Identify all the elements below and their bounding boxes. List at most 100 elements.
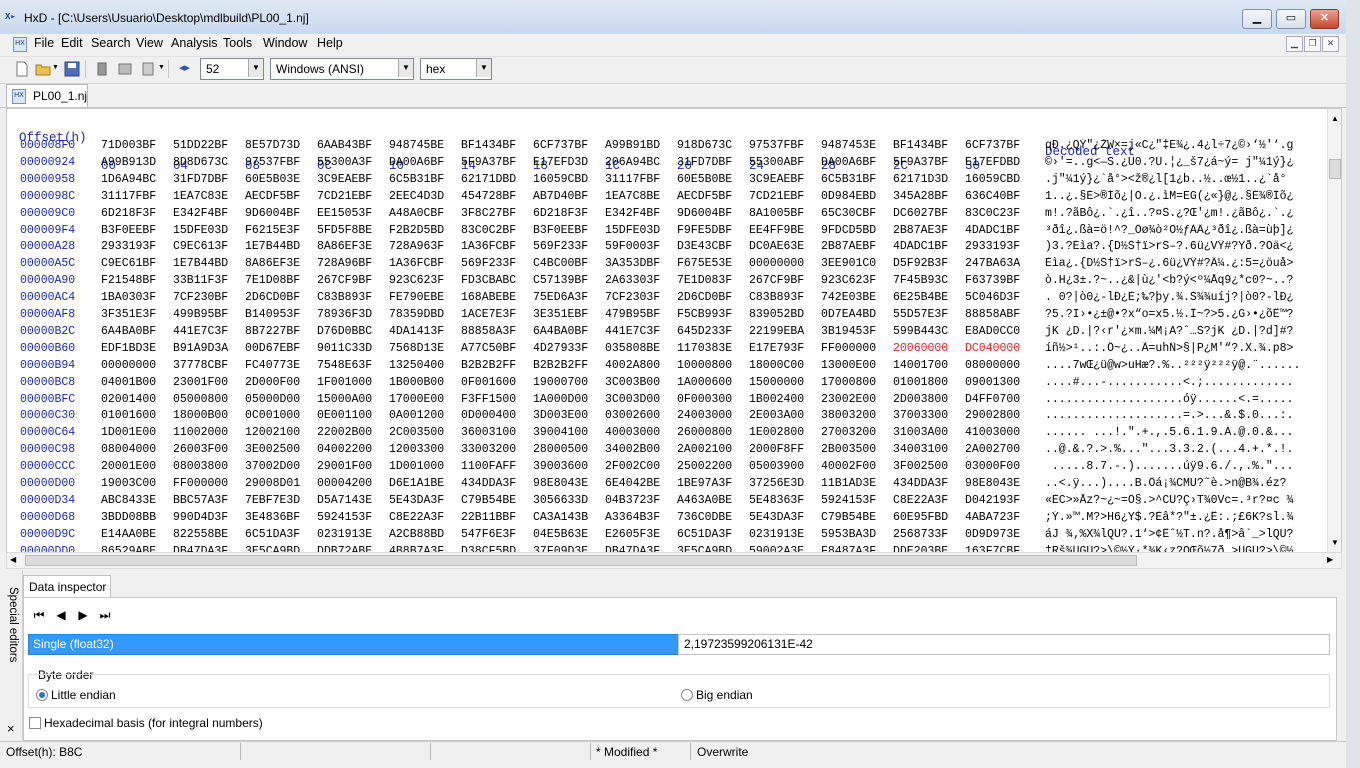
hex-cell[interactable]: 01001600 xyxy=(101,409,156,422)
open-folder-icon[interactable] xyxy=(35,61,51,77)
hex-cell[interactable]: 247BA63A xyxy=(965,257,1020,270)
little-endian-radio[interactable] xyxy=(36,689,48,701)
big-endian-radio[interactable] xyxy=(681,689,693,701)
hex-cell[interactable]: 04E5B63E xyxy=(533,528,588,541)
hex-cell[interactable]: 1A36FCBF xyxy=(461,240,516,253)
hex-cell[interactable]: 7548E63F xyxy=(317,359,372,372)
hex-cell[interactable]: 18000C00 xyxy=(749,359,804,372)
hex-cell[interactable]: 1A000D00 xyxy=(533,393,588,406)
hex-cell[interactable]: 3C003D00 xyxy=(605,393,660,406)
open-dropdown-icon[interactable]: ▼ xyxy=(52,64,59,71)
horizontal-scrollbar[interactable]: ◀ ▶ xyxy=(6,552,1342,569)
hex-cell[interactable]: 38003200 xyxy=(821,409,876,422)
hex-cell[interactable]: 267CF9BF xyxy=(317,274,372,287)
hex-row[interactable]: 00000C98 08004000 26003F00 3E002500 04002200… xyxy=(7,443,1327,460)
hex-cell[interactable]: 7E1D08BF xyxy=(245,274,300,287)
decoded-text[interactable]: ò.H¿3±.?~..¿&|ù¿'<b?ý<º¼Åq9¿*c0?~..? xyxy=(1045,274,1329,287)
hex-cell[interactable]: 1100FAFF xyxy=(461,460,516,473)
hex-cell[interactable]: 98E8043E xyxy=(965,477,1020,490)
hex-cell[interactable]: B3F0EEBF xyxy=(101,224,156,237)
hex-cell[interactable]: 18000B00 xyxy=(173,409,228,422)
hex-cell[interactable]: 035808BE xyxy=(605,342,660,355)
hex-cell[interactable]: 4DADC1BF xyxy=(893,240,948,253)
scroll-down-icon[interactable]: ▼ xyxy=(1331,538,1339,547)
hex-cell[interactable]: 2B003500 xyxy=(821,443,876,456)
hex-cell[interactable]: F2B2D5BD xyxy=(389,224,444,237)
decoded-text[interactable]: .....8.7.-.).......úÿ9.6./.,.%."... xyxy=(1045,460,1329,473)
hex-cell[interactable]: 8D8D673C xyxy=(173,156,228,169)
scroll-left-icon[interactable]: ◀ xyxy=(10,555,16,564)
hex-cell[interactable]: E2605F3E xyxy=(605,528,660,541)
panel-close-icon[interactable]: × xyxy=(7,721,15,736)
hex-cell[interactable]: 4DADC1BF xyxy=(965,224,1020,237)
hex-cell[interactable]: 78359DBD xyxy=(389,308,444,321)
hex-cell[interactable]: 03000F00 xyxy=(965,460,1020,473)
hex-cell[interactable]: C83B893F xyxy=(317,291,372,304)
hex-row[interactable]: 00000C30 01001600 18000B00 0C001000 0E001100… xyxy=(7,409,1327,426)
hex-cell[interactable]: DC040000 xyxy=(965,342,1020,355)
decoded-text[interactable]: jK ¿D.|?‹r'¿×m.¼M¡A?ˆ…Š?jK ¿D.|?d]#? xyxy=(1045,325,1329,338)
hex-cell[interactable]: 1B002400 xyxy=(749,393,804,406)
hex-cell[interactable]: 5953BA3D xyxy=(821,528,876,541)
hex-cell[interactable]: 16059CBD xyxy=(965,173,1020,186)
hex-cell[interactable]: A99B91BD xyxy=(605,139,660,152)
hex-cell[interactable]: 26000800 xyxy=(677,426,732,439)
hex-cell[interactable]: A48A0CBF xyxy=(389,207,444,220)
hex-cell[interactable]: 3BDD08BB xyxy=(101,511,156,524)
hex-cell[interactable]: 51DD22BF xyxy=(173,139,228,152)
chevron-down-icon[interactable]: ▼ xyxy=(248,59,263,77)
hex-row[interactable]: 00000D68 3BDD08BB 990D4D3F 3E4836BF 5924153F… xyxy=(7,511,1327,528)
hex-cell[interactable]: 10000800 xyxy=(677,359,732,372)
hex-cell[interactable]: 88858A3F xyxy=(461,325,516,338)
hex-cell[interactable]: 4DA1413F xyxy=(389,325,444,338)
hex-cell[interactable]: 12003300 xyxy=(389,443,444,456)
hex-cell[interactable]: AECDF5BF xyxy=(245,190,300,203)
hex-cell[interactable]: 55300ABF xyxy=(749,156,804,169)
hex-cell[interactable]: 31FD7DBF xyxy=(677,156,732,169)
hex-cell[interactable]: 04001B00 xyxy=(101,376,156,389)
hex-cell[interactable]: 3A353DBF xyxy=(605,257,660,270)
hex-cell[interactable]: 839052BD xyxy=(749,308,804,321)
hex-cell[interactable]: 2B87AEBF xyxy=(821,240,876,253)
hex-cell[interactable]: 04002200 xyxy=(317,443,372,456)
hex-cell[interactable]: FC40773E xyxy=(245,359,300,372)
hex-cell[interactable]: 6C5B31BF xyxy=(821,173,876,186)
hex-cell[interactable]: 60E5B03E xyxy=(245,173,300,186)
decoded-text[interactable]: ©›'=..g<—S.¿U0.?Ú.¦¿_š7¿á~ý= j"¼1ý}¿ xyxy=(1045,156,1329,169)
hex-cell[interactable]: 1EA7C8BE xyxy=(605,190,660,203)
hex-cell[interactable]: 2A002100 xyxy=(677,443,732,456)
hex-cell[interactable]: 9487453E xyxy=(821,139,876,152)
hex-row[interactable]: 00000D00 19003C00 FF000000 29008D01 00004200… xyxy=(7,477,1327,494)
hex-cell[interactable]: 6A4BA0BF xyxy=(533,325,588,338)
hex-cell[interactable]: 41003000 xyxy=(965,426,1020,439)
little-endian-label[interactable]: Little endian xyxy=(51,688,116,702)
hex-cell[interactable]: 19000700 xyxy=(533,376,588,389)
hex-cell[interactable]: 37778CBF xyxy=(173,359,228,372)
hex-editor-area[interactable]: Offset(h) Decoded text 00 04 08 0C 10 14 18 1C 2… xyxy=(6,108,1342,554)
hex-cell[interactable]: C79B54BE xyxy=(821,511,876,524)
hex-cell[interactable]: 24003000 xyxy=(677,409,732,422)
hex-cell[interactable]: 267CF9BF xyxy=(749,274,804,287)
hex-cell[interactable]: FF000000 xyxy=(821,342,876,355)
hex-cell[interactable]: 547F6E3F xyxy=(461,528,516,541)
save-icon[interactable] xyxy=(64,61,80,77)
hex-cell[interactable]: 728A96BF xyxy=(317,257,372,270)
hex-cell[interactable]: 00D67EBF xyxy=(245,342,300,355)
hex-row[interactable]: 00000D9C E14AA0BE 822558BE 6C51DA3F 0231913E… xyxy=(7,528,1327,545)
hex-cell[interactable]: C8E22A3F xyxy=(389,511,444,524)
hex-cell[interactable]: E17E793F xyxy=(749,342,804,355)
hex-cell[interactable]: 1E7B44BD xyxy=(173,257,228,270)
hex-cell[interactable]: 7CF2303F xyxy=(605,291,660,304)
hex-cell[interactable]: 3C003B00 xyxy=(605,376,660,389)
hex-cell[interactable]: C83B893F xyxy=(749,291,804,304)
hex-cell[interactable]: 7CD21EBF xyxy=(749,190,804,203)
hex-row[interactable]: 00000B94 00000000 37778CBF FC40773E 7548E63F… xyxy=(7,359,1327,376)
hex-cell[interactable]: 20060000 xyxy=(893,342,948,355)
hex-row[interactable]: 00000AF8 3F351E3F 499B95BF B140953F 78936F3D… xyxy=(7,308,1327,325)
decoded-text[interactable]: ?5.?I›•¿±@•?x“o=x5.½.Î~?>5.¿G›•¿õË™? xyxy=(1045,308,1329,321)
status-mode[interactable]: Overwrite xyxy=(697,745,748,759)
hex-cell[interactable]: 37002D00 xyxy=(245,460,300,473)
chevron-down-icon[interactable]: ▼ xyxy=(476,59,491,77)
decoded-text[interactable]: íñ½>¹..:.Ö~¿..Ã=uhÑ>§|P¿M'“?.X.¾.p8> xyxy=(1045,342,1329,355)
decoded-text[interactable]: qÐ.¿QÝ"¿ŽW×=j«C¿"‡E¾¿.4¿l÷7¿©›‘½'‘.g xyxy=(1045,139,1329,152)
